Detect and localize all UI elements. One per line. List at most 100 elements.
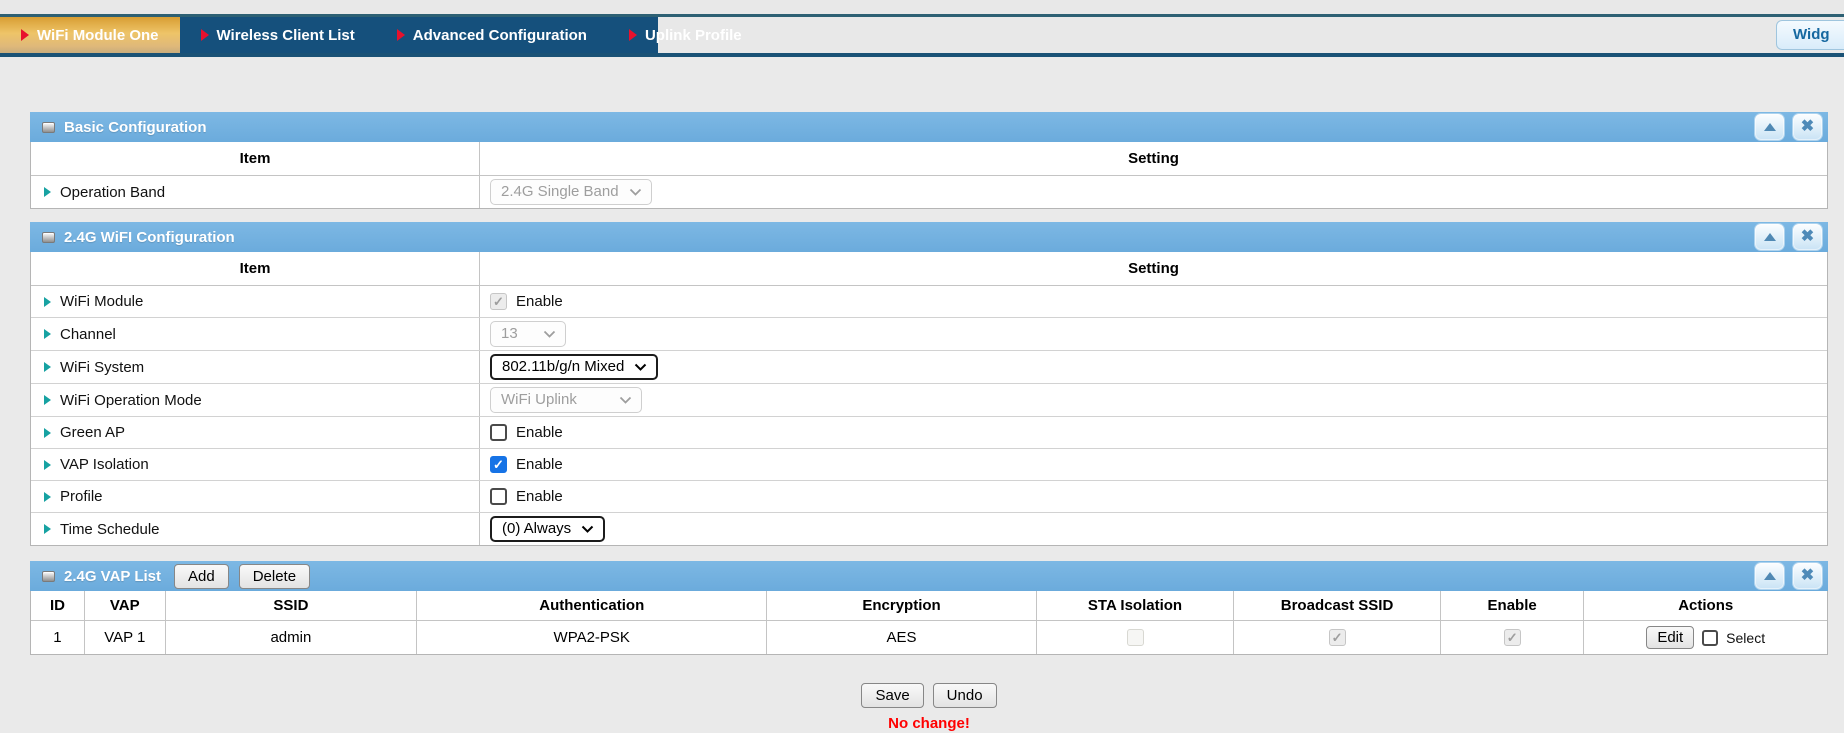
item-arrow-icon <box>44 428 51 438</box>
vap-isolation-enable-checkbox[interactable]: ✓ <box>490 456 507 473</box>
close-icon: ✖ <box>1801 119 1814 135</box>
select-vap-checkbox[interactable] <box>1702 630 1718 646</box>
column-header-broadcast-ssid: Broadcast SSID <box>1234 591 1441 620</box>
item-arrow-icon <box>44 492 51 502</box>
wifi-configuration-table: Item Setting WiFi Module ✓ Enable Channe… <box>30 252 1828 546</box>
chevron-down-icon <box>619 396 632 404</box>
column-header-encryption: Encryption <box>767 591 1036 620</box>
basic-configuration-table: Item Setting Operation Band 2.4G Single … <box>30 142 1828 209</box>
vap-authentication-cell: WPA2-PSK <box>417 621 767 654</box>
green-ap-enable-checkbox[interactable] <box>490 424 507 441</box>
item-label: VAP Isolation <box>60 456 149 473</box>
vap-table-row: 1 VAP 1 admin WPA2-PSK AES ✓ ✓ Edit Sele… <box>31 621 1827 654</box>
collapse-section-button[interactable] <box>1754 223 1785 251</box>
item-arrow-icon <box>44 395 51 405</box>
section-square-icon <box>42 122 55 133</box>
item-label: Profile <box>60 488 103 505</box>
tab-strip: WiFi Module One Wireless Client List Adv… <box>0 17 1844 53</box>
item-column-header: Item <box>31 252 480 285</box>
item-label: WiFi System <box>60 359 144 376</box>
vap-table-header-row: ID VAP SSID Authentication Encryption ST… <box>31 591 1827 621</box>
tab-advanced-configuration[interactable]: Advanced Configuration <box>376 17 608 53</box>
operation-band-row: Operation Band 2.4G Single Band <box>31 176 1827 208</box>
item-arrow-icon <box>44 329 51 339</box>
tab-wireless-client-list[interactable]: Wireless Client List <box>180 17 376 53</box>
save-button[interactable]: Save <box>861 683 923 708</box>
add-vap-button[interactable]: Add <box>174 564 229 589</box>
tab-label: WiFi Module One <box>37 27 159 44</box>
chevron-down-icon <box>581 525 594 533</box>
wifi-system-select[interactable]: 802.11b/g/n Mixed <box>490 354 658 380</box>
table-header-row: Item Setting <box>31 252 1827 286</box>
main-content: Basic Configuration ✖ Item Setting Opera… <box>30 112 1828 732</box>
section-square-icon <box>42 571 55 582</box>
item-label: Time Schedule <box>60 521 160 538</box>
triangle-up-icon <box>1764 572 1776 580</box>
chevron-down-icon <box>634 363 647 371</box>
tab-arrow-icon <box>629 29 637 41</box>
select-checkbox-label: Select <box>1726 630 1765 646</box>
vap-ssid-cell: admin <box>166 621 417 654</box>
vap-enable-checkbox: ✓ <box>1504 629 1521 646</box>
channel-row: Channel 13 <box>31 318 1827 351</box>
profile-enable-checkbox[interactable] <box>490 488 507 505</box>
section-title: 2.4G VAP List <box>64 568 161 585</box>
item-label: WiFi Operation Mode <box>60 392 202 409</box>
table-header-row: Item Setting <box>31 142 1827 176</box>
collapse-section-button[interactable] <box>1754 562 1785 590</box>
channel-select: 13 <box>490 321 566 347</box>
item-label: WiFi Module <box>60 293 143 310</box>
close-section-button[interactable]: ✖ <box>1792 562 1823 590</box>
undo-button[interactable]: Undo <box>933 683 997 708</box>
widget-button[interactable]: Widg <box>1776 20 1844 50</box>
column-header-ssid: SSID <box>166 591 417 620</box>
item-label: Green AP <box>60 424 125 441</box>
checkbox-label: Enable <box>516 456 563 473</box>
time-schedule-select[interactable]: (0) Always <box>490 516 605 542</box>
collapse-section-button[interactable] <box>1754 113 1785 141</box>
time-schedule-row: Time Schedule (0) Always <box>31 513 1827 545</box>
wifi-system-row: WiFi System 802.11b/g/n Mixed <box>31 351 1827 384</box>
section-square-icon <box>42 232 55 243</box>
wifi-operation-mode-select: WiFi Uplink <box>490 387 642 413</box>
tab-wifi-module-one[interactable]: WiFi Module One <box>0 17 180 53</box>
green-ap-row: Green AP Enable <box>31 417 1827 449</box>
item-arrow-icon <box>44 187 51 197</box>
chevron-down-icon <box>543 330 556 338</box>
delete-vap-button[interactable]: Delete <box>239 564 310 589</box>
section-title: 2.4G WiFI Configuration <box>64 229 235 246</box>
close-section-button[interactable]: ✖ <box>1792 113 1823 141</box>
top-margin-strip <box>0 0 1844 14</box>
vap-list-table: ID VAP SSID Authentication Encryption ST… <box>30 591 1828 655</box>
wifi-module-enable-checkbox: ✓ <box>490 293 507 310</box>
column-header-actions: Actions <box>1584 591 1826 620</box>
vap-list-header: 2.4G VAP List Add Delete ✖ <box>30 561 1828 591</box>
sta-isolation-checkbox <box>1127 629 1144 646</box>
router-admin-page: WiFi Module One Wireless Client List Adv… <box>0 0 1844 733</box>
item-arrow-icon <box>44 297 51 307</box>
item-arrow-icon <box>44 524 51 534</box>
tab-arrow-icon <box>201 29 209 41</box>
tab-arrow-icon <box>397 29 405 41</box>
column-header-enable: Enable <box>1441 591 1585 620</box>
close-section-button[interactable]: ✖ <box>1792 223 1823 251</box>
profile-row: Profile Enable <box>31 481 1827 513</box>
tab-arrow-icon <box>21 29 29 41</box>
checkbox-label: Enable <box>516 293 563 310</box>
triangle-up-icon <box>1764 123 1776 131</box>
item-arrow-icon <box>44 362 51 372</box>
basic-configuration-header: Basic Configuration ✖ <box>30 112 1828 142</box>
tab-strip-bottom-line <box>0 53 1844 57</box>
vap-id-cell: 1 <box>31 621 85 654</box>
column-header-authentication: Authentication <box>417 591 767 620</box>
wifi-configuration-header: 2.4G WiFI Configuration ✖ <box>30 222 1828 252</box>
setting-column-header: Setting <box>480 142 1827 175</box>
edit-vap-button[interactable]: Edit <box>1646 626 1694 649</box>
close-icon: ✖ <box>1801 568 1814 584</box>
item-label: Operation Band <box>60 184 165 201</box>
tab-container: WiFi Module One Wireless Client List Adv… <box>0 17 658 53</box>
wifi-module-row: WiFi Module ✓ Enable <box>31 286 1827 318</box>
checkbox-label: Enable <box>516 488 563 505</box>
wifi-operation-mode-row: WiFi Operation Mode WiFi Uplink <box>31 384 1827 417</box>
chevron-down-icon <box>629 188 642 196</box>
